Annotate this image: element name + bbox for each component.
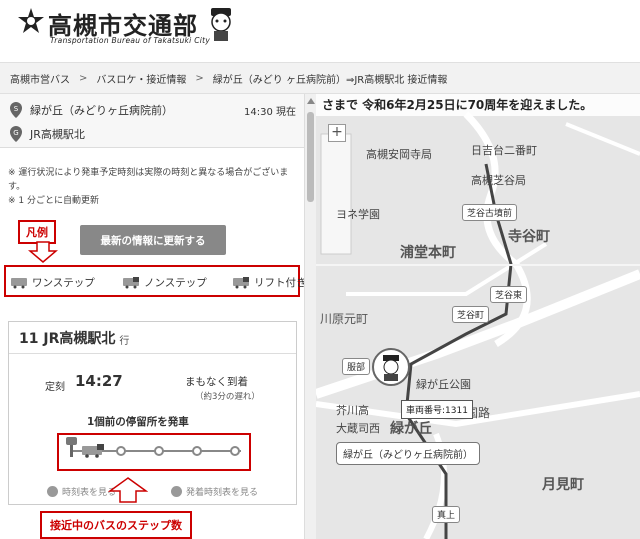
site-header: 高槻市交通部 Transportation Bureau of Takatsuk… — [0, 0, 640, 62]
goal-pin-icon: G — [10, 126, 22, 142]
svg-text:S: S — [14, 105, 19, 113]
city-emblem-icon — [18, 8, 44, 33]
selected-stop-label[interactable]: 緑が丘（みどりヶ丘病院前） — [336, 442, 480, 465]
timetable-link[interactable]: 時刻表を見る — [47, 485, 116, 498]
zoom-in-button[interactable]: + — [328, 124, 346, 142]
from-stop-row: S 緑が丘（みどりヶ丘病院前） — [8, 101, 173, 119]
bus-location-marker[interactable] — [372, 348, 410, 386]
map-place: 芥川高 — [336, 404, 369, 417]
card-header: 11 JR高槻駅北 行 — [9, 322, 296, 354]
bus-non-step-icon — [123, 276, 139, 288]
scrollbar-thumb[interactable] — [307, 112, 314, 202]
breadcrumb-separator: > — [79, 72, 88, 84]
map-place-major: 浦堂本町 — [400, 245, 456, 261]
route-name: 11 JR高槻駅北 — [19, 330, 116, 347]
arrow-up-icon — [108, 477, 148, 503]
left-panel-scrollbar[interactable] — [304, 94, 316, 539]
note-line: ※ 運行状況により発車予定時刻は実際の時刻と異なる場合がございます。 — [8, 168, 289, 192]
scheduled-label: 定刻 — [45, 382, 65, 393]
bus-stop-icon — [66, 437, 77, 457]
mascot-bus-icon — [383, 355, 399, 381]
map-place: 日吉台二番町 — [471, 144, 537, 157]
clock-icon — [171, 486, 182, 497]
approach-info-panel: S 緑が丘（みどりヶ丘病院前） 14:30 現在 G JR高槻駅北 ※ 運行状況… — [0, 94, 304, 539]
stop-dot — [192, 446, 202, 456]
from-stop-name: 緑が丘（みどりヶ丘病院前） — [30, 104, 173, 117]
map-place: ヨネ学園 — [336, 208, 380, 221]
vehicle-number-label: 車両番号:1311 — [401, 400, 473, 419]
legend-non-step-label: ノンステップ — [144, 277, 207, 289]
approaching-bus-icon — [82, 444, 104, 458]
site-subtitle: Transportation Bureau of Takatsuki City — [50, 36, 211, 45]
mascot-icon — [211, 8, 231, 41]
legend-non-step: ノンステップ — [122, 275, 207, 290]
map-stop-tag[interactable]: 芝谷町 — [452, 306, 490, 323]
news-ticker: さまで 令和6年2月25日に70周年を迎えました。 — [316, 94, 640, 116]
stop-dot — [230, 446, 240, 456]
step-count-label: 接近中のバスのステップ数 — [40, 511, 192, 539]
svg-text:G: G — [13, 129, 18, 137]
refresh-button[interactable]: 最新の情報に更新する — [80, 225, 226, 255]
departure-link-label: 発着時刻表を見る — [186, 488, 259, 498]
current-time: 14:30 現在 — [244, 107, 296, 118]
map-stop-tag[interactable]: 服部 — [342, 358, 371, 375]
map-place: 高槻芝谷局 — [471, 174, 526, 187]
map-place-major: 月見町 — [542, 477, 584, 493]
map-place: 緑が丘公園 — [416, 378, 471, 391]
route-suffix: 行 — [119, 335, 130, 347]
breadcrumb-item-home[interactable]: 高槻市営バス — [10, 71, 70, 86]
map-place-major: 寺谷町 — [508, 229, 550, 245]
arrow-down-icon — [28, 241, 58, 263]
map-place: 川原元町 — [320, 312, 369, 326]
bus-one-step-icon — [11, 277, 27, 288]
legend-one-step: ワンステップ — [10, 275, 95, 290]
stop-selector: S 緑が丘（みどりヶ丘病院前） 14:30 現在 G JR高槻駅北 — [0, 94, 304, 148]
arrival-status: まもなく到着 — [185, 376, 248, 388]
to-stop-row: G JR高槻駅北 — [8, 125, 85, 143]
map-stop-tag[interactable]: 芝谷東 — [490, 286, 528, 303]
start-pin-icon: S — [10, 102, 22, 118]
stop-dot — [116, 446, 126, 456]
to-stop-name: JR高槻駅北 — [30, 128, 85, 141]
note-line: ※ 1 分ごとに自動更新 — [8, 196, 99, 206]
breadcrumb-item-current: 緑が丘（みどり ヶ丘病院前）⇒JR高槻駅北 接近情報 — [212, 74, 448, 86]
legend-one-step-label: ワンステップ — [32, 277, 95, 289]
legend-lift: リフト付き — [232, 275, 304, 290]
map-area-label: 緑が丘 — [390, 421, 432, 437]
scroll-up-icon[interactable] — [306, 96, 316, 106]
scheduled-time: 14:27 — [75, 372, 123, 390]
bus-lift-icon — [233, 276, 249, 288]
bus-approach-card: 11 JR高槻駅北 行 定刻 14:27 まもなく到着 （約3分の遅れ） 1個前… — [8, 321, 297, 505]
stop-dot — [154, 446, 164, 456]
breadcrumb-separator: > — [195, 72, 204, 84]
clock-icon — [47, 486, 58, 497]
departure-table-link[interactable]: 発着時刻表を見る — [171, 485, 258, 498]
breadcrumb: 高槻市営バス > バスロケ・接近情報 > 緑が丘（みどり ヶ丘病院前）⇒JR高槻… — [0, 62, 640, 94]
bus-type-legend: ワンステップ ノンステップ リフト付き — [4, 265, 304, 297]
map-place: 大蔵司西 — [336, 422, 380, 435]
map-stop-tag[interactable]: 芝谷古墳前 — [462, 204, 518, 221]
breadcrumb-item-busloc[interactable]: バスロケ・接近情報 — [96, 71, 186, 86]
previous-stop-status: 1個前の停留所を発車 — [87, 416, 189, 428]
notes: ※ 運行状況により発車予定時刻は実際の時刻と異なる場合がございます。 ※ 1 分… — [8, 166, 300, 208]
map-view[interactable]: さまで 令和6年2月25日に70周年を迎えました。 + 日吉台二番町 高槻安岡寺… — [316, 94, 640, 539]
map-stop-tag[interactable]: 真上 — [432, 506, 461, 523]
delay-info: （約3分の遅れ） — [195, 392, 260, 402]
map-place: 高槻安岡寺局 — [366, 148, 432, 161]
legend-lift-label: リフト付き — [254, 277, 304, 289]
